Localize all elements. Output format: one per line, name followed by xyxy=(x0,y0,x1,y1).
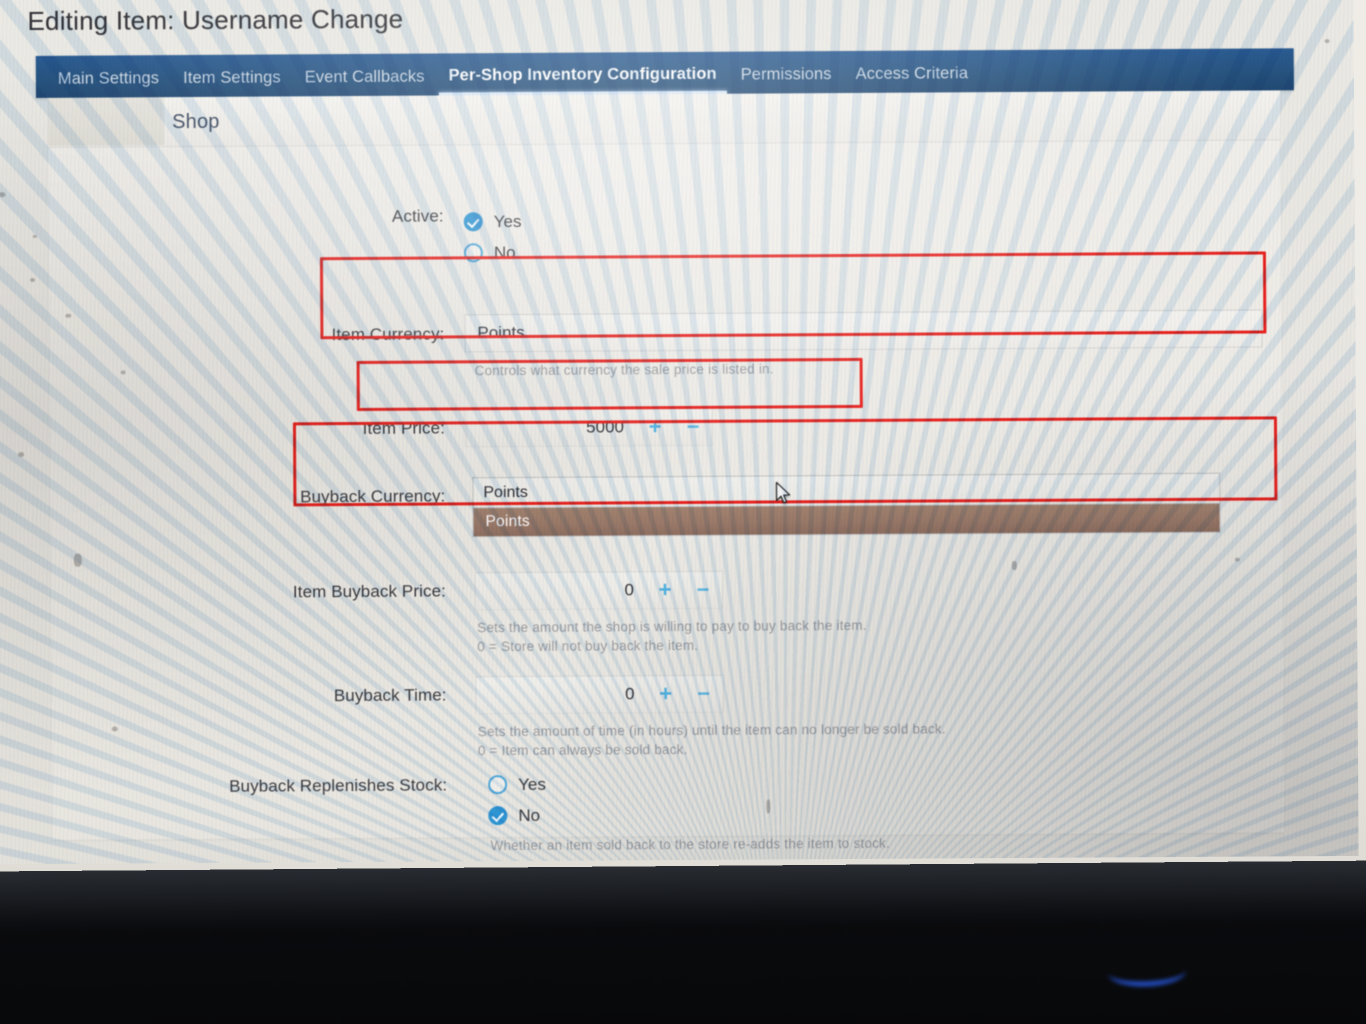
item-price-value[interactable]: 5000 xyxy=(466,417,636,438)
buyback-replenishes-yes-option[interactable]: Yes xyxy=(488,767,890,800)
item-price-label: Item Price: xyxy=(362,418,446,438)
laptop-screen-surface: Category › Items Editing Item: Username … xyxy=(0,0,1366,903)
app-background: Category › Items Editing Item: Username … xyxy=(0,0,1359,903)
row-buyback-time: Buyback Time: 0 + − Sets the amount of t… xyxy=(52,671,1285,769)
active-no-label: No xyxy=(493,242,516,262)
item-buyback-price-label: Item Buyback Price: xyxy=(292,581,447,602)
panel-tab-stub xyxy=(47,97,165,146)
buyback-replenishes-stock-label: Buyback Replenishes Stock: xyxy=(229,775,448,796)
screen-photo: Category › Items Editing Item: Username … xyxy=(0,0,1366,1024)
buyback-time-hint-line1: Sets the amount of time (in hours) until… xyxy=(477,721,946,740)
tab-event-callbacks[interactable]: Event Callbacks xyxy=(293,68,437,97)
dust-speck xyxy=(1324,39,1330,44)
row-buyback-replenishes-stock: Buyback Replenishes Stock: Yes No Whethe… xyxy=(52,764,1285,867)
row-item-currency: Item Currency: Points Controls what curr… xyxy=(49,309,1281,397)
buyback-time-hint-line2: 0 = Item can always be sold back. xyxy=(477,741,688,759)
shop-tab[interactable]: Shop xyxy=(172,111,220,134)
row-active: Active: Yes No xyxy=(49,201,1281,279)
dust-speck xyxy=(30,277,36,282)
buyback-time-stepper[interactable]: 0 + − xyxy=(475,674,724,715)
dust-speck xyxy=(18,452,25,458)
item-price-stepper[interactable]: 5000 + − xyxy=(464,407,714,448)
radio-selected-icon xyxy=(488,806,508,826)
buyback-currency-option-points[interactable]: Points xyxy=(473,503,1220,537)
active-yes-option[interactable]: Yes xyxy=(463,206,522,237)
active-label: Active: xyxy=(391,206,444,226)
content-panel: Shop Active: Yes No Item Currency: Point… xyxy=(47,90,1285,903)
buyback-replenishes-stock-hint: Whether an item sold back to the store r… xyxy=(490,835,891,854)
buyback-replenishes-no-option[interactable]: No xyxy=(488,798,890,831)
dust-speck xyxy=(0,192,6,198)
tab-access-criteria[interactable]: Access Criteria xyxy=(844,64,981,93)
tab-permissions[interactable]: Permissions xyxy=(729,65,844,94)
item-buyback-price-decrement-button[interactable]: − xyxy=(684,577,722,602)
buyback-currency-dropdown-list: Points xyxy=(472,503,1221,538)
buyback-currency-label: Buyback Currency: xyxy=(300,486,446,507)
radio-unselected-icon xyxy=(488,775,508,795)
item-currency-select[interactable]: Points xyxy=(464,309,1263,353)
item-buyback-price-increment-button[interactable]: + xyxy=(646,577,684,602)
item-buyback-price-stepper[interactable]: 0 + − xyxy=(474,570,724,611)
buyback-time-label: Buyback Time: xyxy=(333,685,447,706)
item-currency-hint: Controls what currency the sale price is… xyxy=(474,361,774,379)
buyback-currency-select[interactable]: Points xyxy=(472,472,1221,509)
row-buyback-currency: Buyback Currency: Points Points xyxy=(50,472,1282,560)
laptop-bezel xyxy=(0,860,1366,1024)
radio-selected-icon xyxy=(463,212,483,232)
buyback-time-value[interactable]: 0 xyxy=(477,684,647,705)
buyback-time-increment-button[interactable]: + xyxy=(647,681,685,706)
mouse-cursor xyxy=(775,481,791,504)
tab-per-shop-inventory-configuration[interactable]: Per-Shop Inventory Configuration xyxy=(436,65,728,96)
item-buyback-price-hint-line1: Sets the amount the shop is willing to p… xyxy=(477,617,867,636)
page-title: Editing Item: Username Change xyxy=(27,3,404,37)
active-no-option[interactable]: No xyxy=(463,237,522,268)
row-item-buyback-price: Item Buyback Price: 0 + − Sets the amoun… xyxy=(51,567,1284,665)
radio-unselected-icon xyxy=(463,243,483,263)
dust-speck xyxy=(32,234,37,238)
buyback-replenishes-no-label: No xyxy=(518,805,541,825)
buyback-time-decrement-button[interactable]: − xyxy=(685,681,723,706)
item-buyback-price-hint-line2: 0 = Store will not buy back the item. xyxy=(477,637,699,655)
panel-header: Shop xyxy=(47,90,1281,148)
item-price-decrement-button[interactable]: − xyxy=(674,414,712,439)
item-currency-label: Item Currency: xyxy=(331,324,445,345)
tab-main-settings[interactable]: Main Settings xyxy=(46,69,171,98)
item-price-increment-button[interactable]: + xyxy=(636,414,674,439)
bezel-sheen xyxy=(0,860,1366,932)
buyback-replenishes-yes-label: Yes xyxy=(518,774,546,794)
row-item-price: Item Price: 5000 + − xyxy=(50,404,1282,460)
item-buyback-price-value[interactable]: 0 xyxy=(476,580,646,601)
active-yes-label: Yes xyxy=(493,211,522,231)
power-led-indicator xyxy=(1107,955,1187,989)
tab-item-settings[interactable]: Item Settings xyxy=(171,68,293,97)
